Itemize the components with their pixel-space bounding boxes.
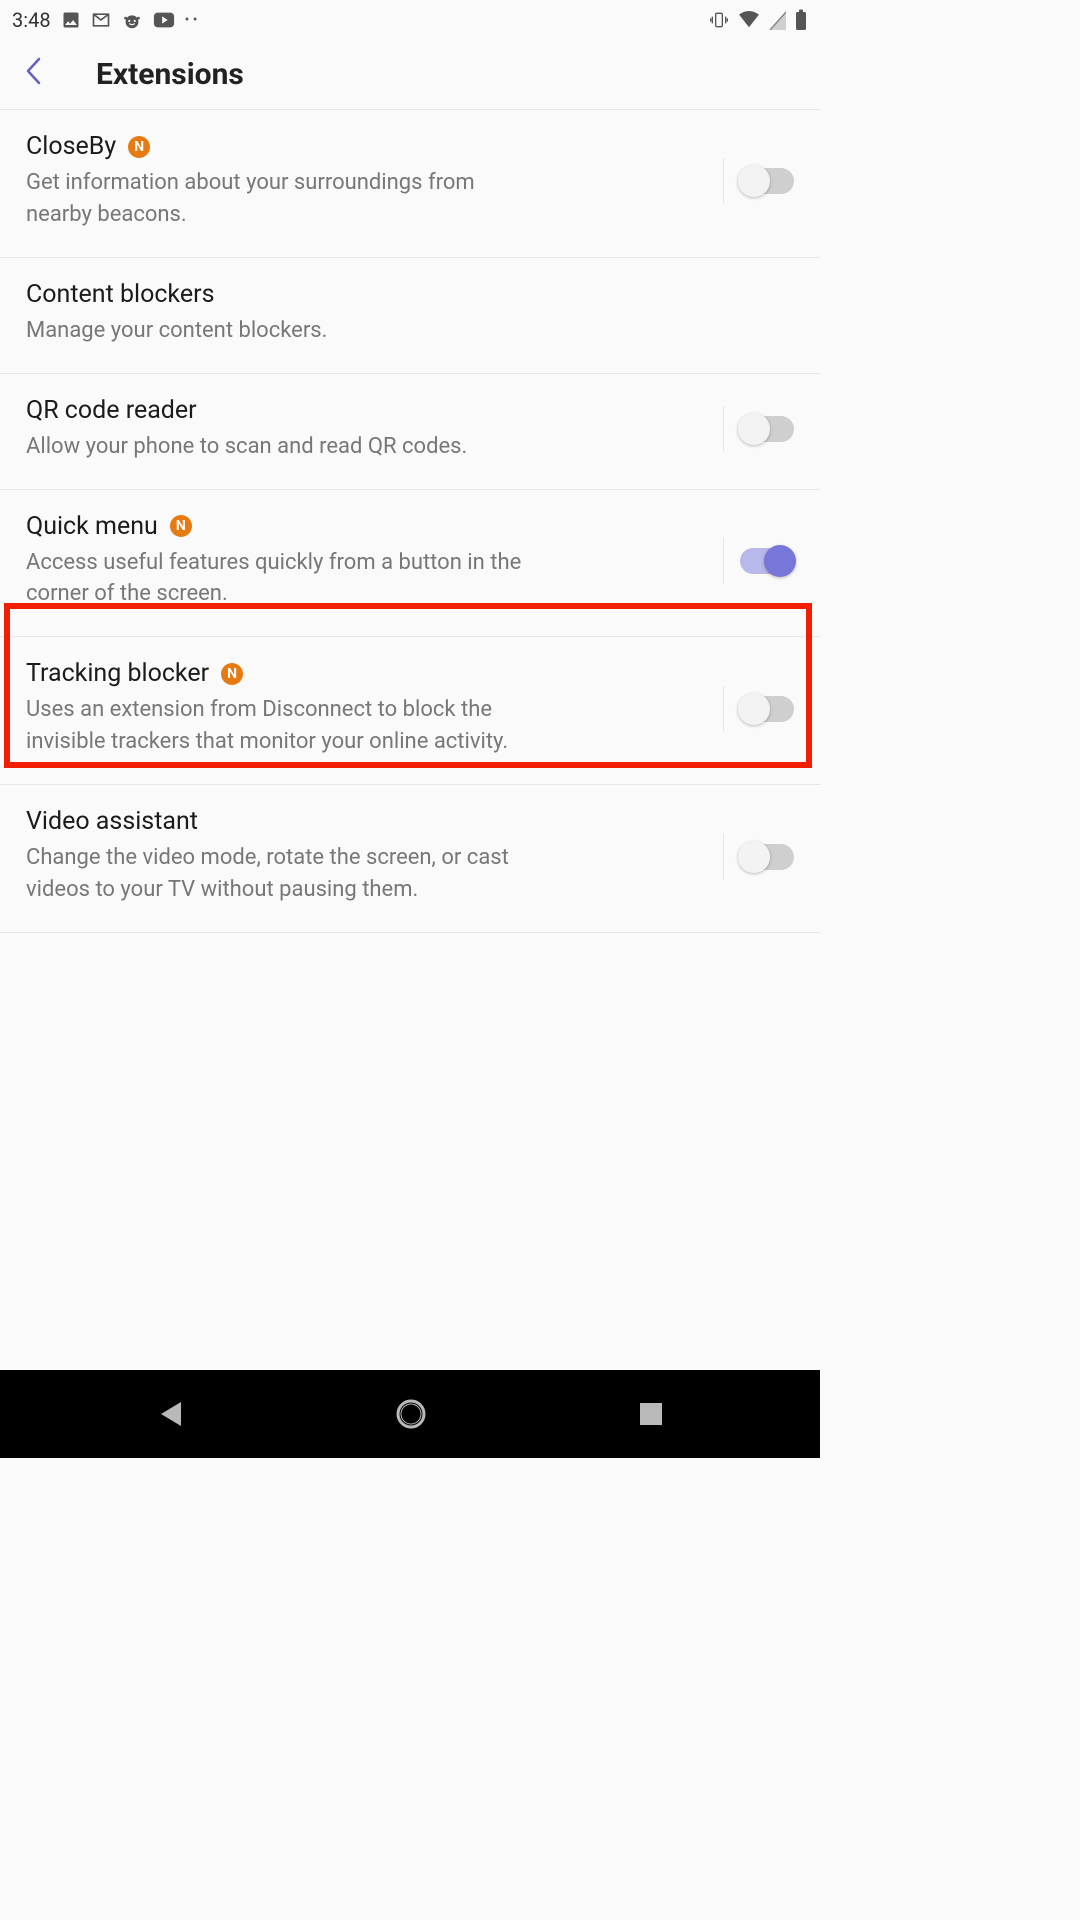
more-icon: • • xyxy=(185,12,198,28)
status-bar: 3:48 • • xyxy=(0,0,820,40)
wifi-icon xyxy=(738,11,760,29)
extension-title: Quick menu xyxy=(26,512,158,541)
toggle-wrap xyxy=(723,834,794,880)
extension-description: Manage your content blockers. xyxy=(26,315,546,347)
toggle-wrap xyxy=(723,686,794,732)
extension-main: Quick menu N Access useful features quickl… xyxy=(26,512,709,611)
extension-title: QR code reader xyxy=(26,396,197,425)
extension-row[interactable]: CloseBy N Get information about your surro… xyxy=(0,110,820,258)
extension-main: Video assistant Change the video mode, ro… xyxy=(26,807,709,906)
extension-toggle[interactable] xyxy=(740,548,794,574)
back-button[interactable] xyxy=(16,47,50,103)
nav-home-button[interactable] xyxy=(395,1398,427,1430)
app-header: Extensions xyxy=(0,40,820,110)
status-right xyxy=(708,9,808,31)
new-badge-icon: N xyxy=(128,136,150,158)
extension-toggle[interactable] xyxy=(740,416,794,442)
extension-toggle[interactable] xyxy=(740,696,794,722)
youtube-icon xyxy=(153,11,175,29)
extension-row[interactable]: QR code reader Allow your phone to scan a… xyxy=(0,374,820,490)
no-sim-icon xyxy=(768,10,786,30)
toggle-wrap xyxy=(723,538,794,584)
toggle-knob xyxy=(738,413,770,445)
extension-title-row: Tracking blocker N xyxy=(26,659,709,688)
photos-icon xyxy=(61,10,81,30)
extension-toggle[interactable] xyxy=(740,168,794,194)
toggle-wrap xyxy=(723,158,794,204)
extension-description: Get information about your surroundings … xyxy=(26,167,546,231)
extension-row[interactable]: Tracking blocker N Uses an extension from … xyxy=(0,637,820,785)
extension-title: CloseBy xyxy=(26,132,116,161)
toggle-wrap xyxy=(723,406,794,452)
battery-icon xyxy=(794,9,808,31)
extension-description: Access useful features quickly from a bu… xyxy=(26,547,546,611)
extension-title-row: QR code reader xyxy=(26,396,709,425)
new-badge-icon: N xyxy=(221,663,243,685)
extension-title: Video assistant xyxy=(26,807,198,836)
extension-title: Content blockers xyxy=(26,280,214,309)
nav-recents-button[interactable] xyxy=(638,1401,664,1427)
extension-title-row: Video assistant xyxy=(26,807,709,836)
gmail-icon xyxy=(91,10,111,30)
new-badge-icon: N xyxy=(170,515,192,537)
status-left: 3:48 • • xyxy=(12,8,198,32)
extension-description: Allow your phone to scan and read QR cod… xyxy=(26,431,546,463)
system-nav-bar xyxy=(0,1370,820,1458)
extension-title-row: Content blockers xyxy=(26,280,794,309)
extension-description: Change the video mode, rotate the screen… xyxy=(26,842,546,906)
nav-back-button[interactable] xyxy=(156,1399,184,1429)
extension-title: Tracking blocker xyxy=(26,659,209,688)
status-time: 3:48 xyxy=(12,8,51,32)
toggle-knob xyxy=(738,165,770,197)
toggle-knob xyxy=(764,545,796,577)
extensions-list: CloseBy N Get information about your surro… xyxy=(0,110,820,933)
extension-row[interactable]: Video assistant Change the video mode, ro… xyxy=(0,785,820,933)
extension-main: Tracking blocker N Uses an extension from … xyxy=(26,659,709,758)
extension-main: CloseBy N Get information about your surro… xyxy=(26,132,709,231)
extension-row[interactable]: Content blockers Manage your content bloc… xyxy=(0,258,820,374)
extension-main: QR code reader Allow your phone to scan a… xyxy=(26,396,709,463)
toggle-knob xyxy=(738,841,770,873)
toggle-knob xyxy=(738,693,770,725)
extension-title-row: Quick menu N xyxy=(26,512,709,541)
extension-main: Content blockers Manage your content bloc… xyxy=(26,280,794,347)
vibrate-icon xyxy=(708,10,730,30)
extension-title-row: CloseBy N xyxy=(26,132,709,161)
extension-toggle[interactable] xyxy=(740,844,794,870)
extension-row[interactable]: Quick menu N Access useful features quickl… xyxy=(0,490,820,638)
reddit-icon xyxy=(121,9,143,31)
extension-description: Uses an extension from Disconnect to blo… xyxy=(26,694,546,758)
page-title: Extensions xyxy=(96,57,244,92)
